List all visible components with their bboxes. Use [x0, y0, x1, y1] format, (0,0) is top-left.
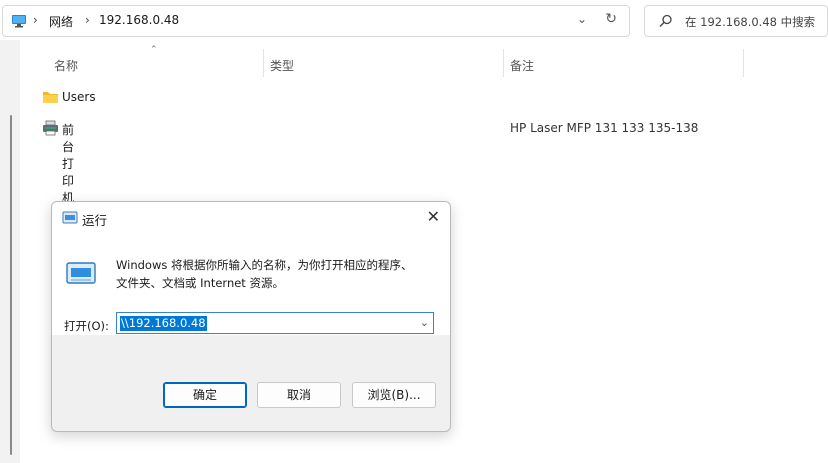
breadcrumb-host[interactable]: 192.168.0.48 — [99, 13, 179, 27]
item-note: HP Laser MFP 131 133 135-138 — [510, 121, 699, 135]
open-input-value[interactable]: \\192.168.0.48 — [120, 316, 207, 331]
browse-button[interactable]: 浏览(B)... — [352, 382, 436, 408]
column-header-type[interactable]: 类型 — [270, 57, 294, 74]
item-name: Users — [62, 90, 96, 104]
breadcrumb-network[interactable]: 网络 — [49, 13, 73, 30]
column-divider[interactable] — [743, 49, 744, 77]
folder-icon — [42, 89, 59, 107]
sort-ascending-icon: ⌃ — [150, 45, 158, 55]
search-icon — [659, 14, 673, 31]
item-name: 前台打印机 — [62, 123, 75, 205]
column-header-name[interactable]: 名称 — [54, 57, 78, 74]
address-bar[interactable]: › 网络 › 192.168.0.48 ⌄ ↻ — [2, 5, 630, 37]
column-header-note[interactable]: 备注 — [510, 57, 534, 74]
close-icon[interactable]: ✕ — [427, 207, 440, 226]
column-divider[interactable] — [503, 49, 504, 77]
open-input[interactable]: \\192.168.0.48 ⌄ — [116, 312, 434, 334]
computer-icon — [11, 14, 27, 31]
chevron-down-icon[interactable]: ⌄ — [420, 316, 429, 329]
cancel-button[interactable]: 取消 — [257, 382, 341, 408]
chevron-right-icon[interactable]: › — [33, 13, 38, 27]
ok-button[interactable]: 确定 — [163, 382, 247, 408]
dialog-description: 文件夹、文档或 Internet 资源。 — [116, 276, 284, 290]
refresh-icon[interactable]: ↻ — [605, 11, 617, 27]
chevron-down-icon[interactable]: ⌄ — [577, 12, 587, 26]
run-icon — [62, 211, 78, 227]
dialog-title: 运行 — [82, 213, 108, 228]
dialog-description: Windows 将根据你所输入的名称，为你打开相应的程序、 — [116, 258, 413, 272]
search-box[interactable]: 在 192.168.0.48 中搜索 — [644, 5, 828, 37]
column-divider[interactable] — [263, 49, 264, 77]
run-large-icon — [66, 262, 96, 287]
search-placeholder: 在 192.168.0.48 中搜索 — [685, 15, 816, 29]
run-dialog: 运行 ✕ Windows 将根据你所输入的名称，为你打开相应的程序、 文件夹、文… — [51, 201, 451, 432]
open-label: 打开(O): — [64, 319, 109, 333]
printer-icon — [42, 120, 59, 139]
scrollbar[interactable] — [10, 115, 12, 455]
chevron-right-icon[interactable]: › — [85, 13, 90, 27]
